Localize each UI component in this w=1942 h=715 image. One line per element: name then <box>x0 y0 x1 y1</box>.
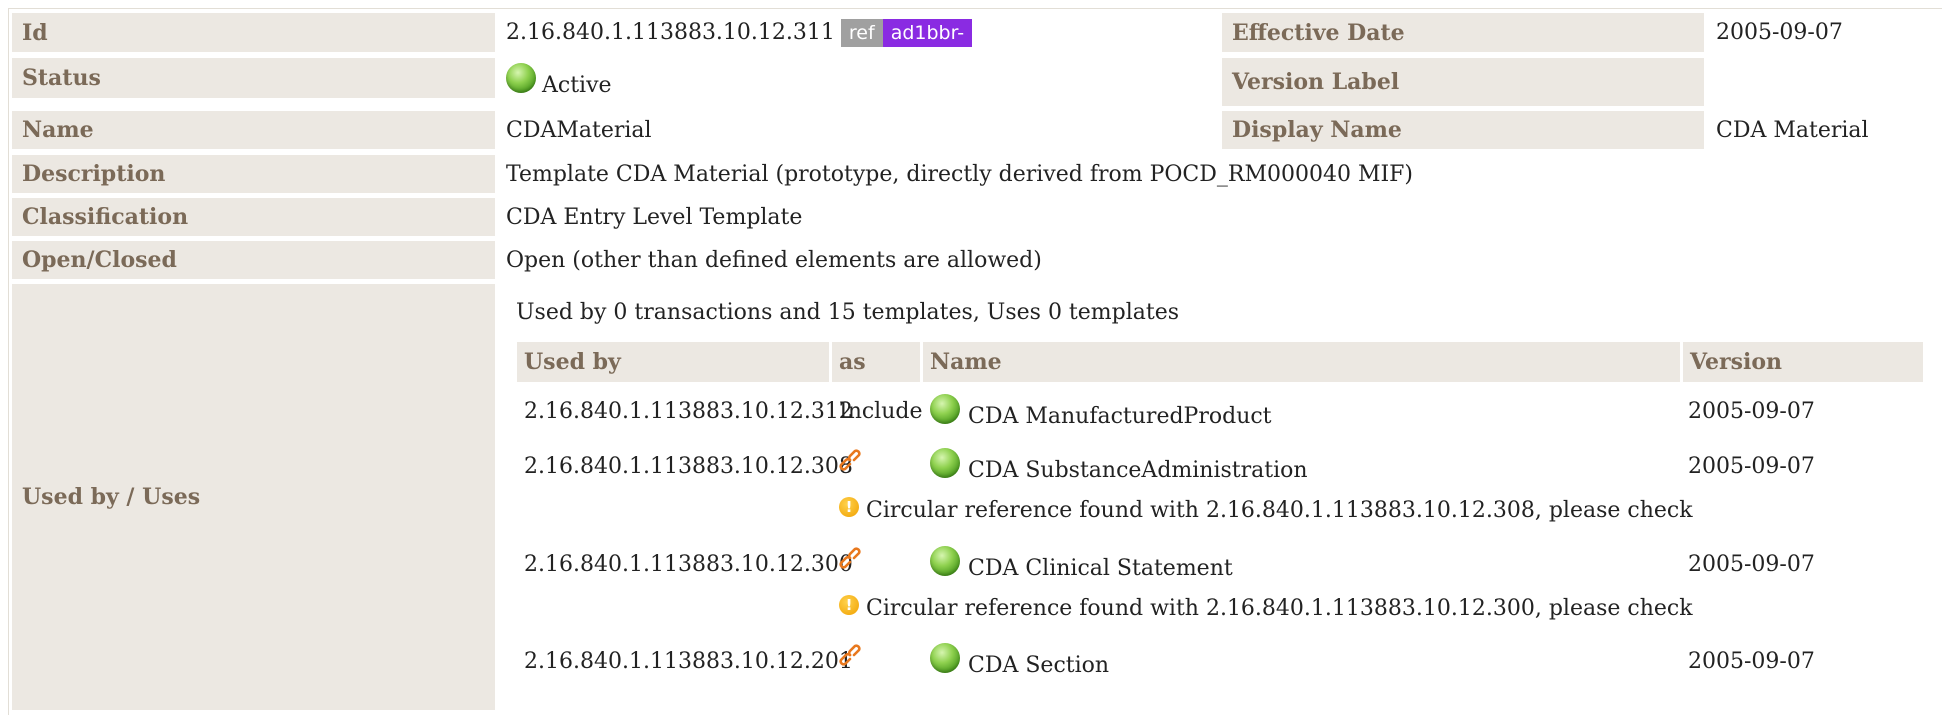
open-closed-value: Open (other than defined elements are al… <box>506 247 1042 273</box>
warning-text: Circular reference found with 2.16.840.1… <box>866 498 1693 523</box>
used-by-uses-label: Used by / Uses <box>12 284 495 710</box>
active-status-icon <box>930 448 960 478</box>
template-name[interactable]: CDA Clinical Statement <box>968 556 1233 581</box>
description-label: Description <box>12 155 495 193</box>
name-value: CDAMaterial <box>506 117 652 143</box>
col-header-name: Name <box>923 342 1680 382</box>
col-header-version: Version <box>1683 342 1923 382</box>
warning-icon: ! <box>839 497 859 517</box>
used-by-id[interactable]: 2.16.840.1.113883.10.12.308 <box>524 454 853 479</box>
warning-icon: ! <box>839 595 859 615</box>
link-icon[interactable] <box>839 547 865 573</box>
template-version: 2005-09-07 <box>1688 399 1815 424</box>
active-status-icon <box>930 546 960 576</box>
template-version: 2005-09-07 <box>1688 454 1815 479</box>
status-value: Active <box>506 58 612 102</box>
id-value: 2.16.840.1.113883.10.12.311 ref ad1bbr- <box>506 13 973 52</box>
link-icon[interactable] <box>839 449 865 475</box>
status-text: Active <box>542 72 612 98</box>
link-icon[interactable] <box>839 644 865 670</box>
version-label-label: Version Label <box>1222 58 1704 106</box>
used-by-id[interactable]: 2.16.840.1.113883.10.12.300 <box>524 552 853 577</box>
template-version: 2005-09-07 <box>1688 552 1815 577</box>
status-label: Status <box>12 58 495 98</box>
usage-type: Include <box>839 399 923 424</box>
classification-value: CDA Entry Level Template <box>506 204 803 230</box>
display-name-label: Display Name <box>1222 111 1704 149</box>
col-header-as: as <box>832 342 920 382</box>
template-name[interactable]: CDA Section <box>968 653 1109 678</box>
effective-date-label: Effective Date <box>1222 13 1704 52</box>
circular-reference-warning: ! Circular reference found with 2.16.840… <box>839 497 1693 523</box>
active-status-icon <box>930 643 960 673</box>
col-header-used-by: Used by <box>517 342 829 382</box>
template-name[interactable]: CDA ManufacturedProduct <box>968 404 1272 429</box>
project-badge[interactable]: ad1bbr- <box>882 18 973 47</box>
template-version: 2005-09-07 <box>1688 649 1815 674</box>
classification-label: Classification <box>12 198 495 236</box>
display-name-value: CDA Material <box>1716 117 1869 143</box>
template-name[interactable]: CDA SubstanceAdministration <box>968 458 1308 483</box>
open-closed-label: Open/Closed <box>12 241 495 279</box>
usage-summary: Used by 0 transactions and 15 templates,… <box>516 300 1180 325</box>
description-value: Template CDA Material (prototype, direct… <box>506 161 1414 187</box>
effective-date-value: 2005-09-07 <box>1716 20 1843 45</box>
warning-text: Circular reference found with 2.16.840.1… <box>866 596 1693 621</box>
used-by-id[interactable]: 2.16.840.1.113883.10.12.201 <box>524 649 853 674</box>
ref-badge[interactable]: ref <box>840 18 883 47</box>
circular-reference-warning: ! Circular reference found with 2.16.840… <box>839 595 1693 621</box>
id-label: Id <box>12 13 495 52</box>
template-id: 2.16.840.1.113883.10.12.311 <box>506 20 835 45</box>
active-status-icon <box>506 63 536 93</box>
active-status-icon <box>930 394 960 424</box>
name-label: Name <box>12 111 495 149</box>
used-by-id[interactable]: 2.16.840.1.113883.10.12.312 <box>524 399 853 424</box>
